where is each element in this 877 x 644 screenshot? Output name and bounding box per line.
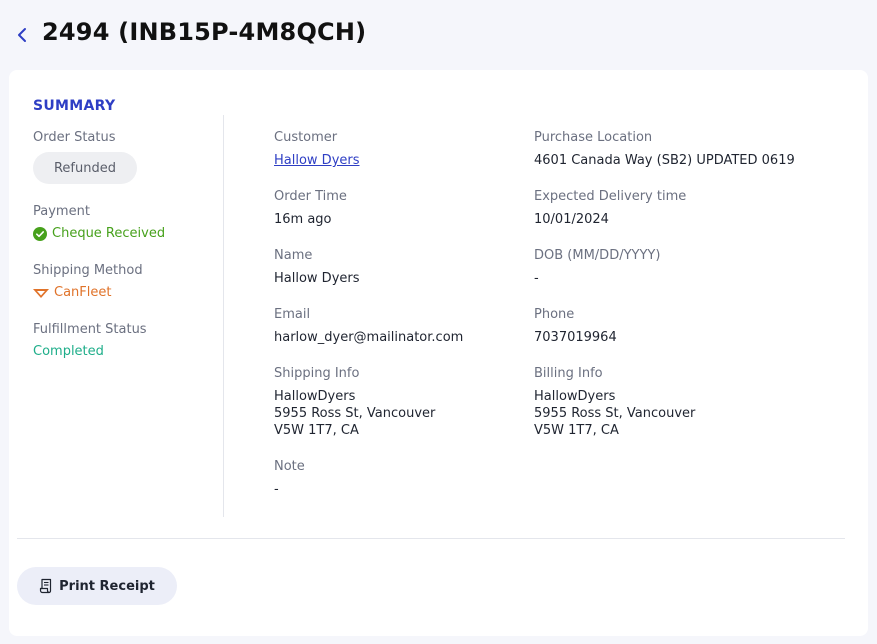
payment-label: Payment xyxy=(33,204,90,219)
order-status-badge: Refunded xyxy=(33,152,137,184)
section-divider xyxy=(17,538,845,539)
billing-info-line-2: 5955 Ross St, Vancouver xyxy=(534,406,696,421)
expected-delivery-label: Expected Delivery time xyxy=(534,189,687,204)
dob-value: - xyxy=(534,271,539,286)
payment-value: Cheque Received xyxy=(52,226,166,241)
order-time-label: Order Time xyxy=(274,189,347,204)
page-header: 2494 (INB15P-4M8QCH) xyxy=(0,0,877,70)
name-value: Hallow Dyers xyxy=(274,271,360,286)
name-label: Name xyxy=(274,248,313,263)
purchase-location-value: 4601 Canada Way (SB2) UPDATED 0619 xyxy=(534,153,795,168)
canfleet-logo-icon xyxy=(33,288,49,298)
payment-status: Cheque Received xyxy=(33,226,165,241)
email-value: harlow_dyer@mailinator.com xyxy=(274,330,464,345)
email-label: Email xyxy=(274,307,311,322)
expected-delivery-value: 10/01/2024 xyxy=(534,212,609,227)
page-title: 2494 (INB15P-4M8QCH) xyxy=(42,18,367,46)
check-circle-icon xyxy=(33,226,47,241)
column-divider xyxy=(223,115,224,517)
shipping-info-line-2: 5955 Ross St, Vancouver xyxy=(274,406,436,421)
shipping-method-label: Shipping Method xyxy=(33,263,143,278)
shipping-info-line-3: V5W 1T7, CA xyxy=(274,423,359,438)
order-summary-card: SUMMARY Order Status Refunded Payment Ch… xyxy=(9,70,868,636)
order-time-value: 16m ago xyxy=(274,212,332,227)
fulfillment-status-value: Completed xyxy=(33,344,104,359)
note-label: Note xyxy=(274,459,305,474)
phone-label: Phone xyxy=(534,307,575,322)
customer-label: Customer xyxy=(274,130,338,145)
chevron-left-icon xyxy=(18,28,26,42)
print-receipt-label: Print Receipt xyxy=(59,578,155,594)
receipt-icon xyxy=(40,578,52,594)
billing-info-line-3: V5W 1T7, CA xyxy=(534,423,619,438)
shipping-info-label: Shipping Info xyxy=(274,366,360,381)
billing-info-label: Billing Info xyxy=(534,366,603,381)
shipping-method: CanFleet xyxy=(33,285,111,300)
summary-heading: SUMMARY xyxy=(33,98,116,114)
shipping-method-value: CanFleet xyxy=(54,285,112,300)
purchase-location-label: Purchase Location xyxy=(534,130,653,145)
print-receipt-button[interactable]: Print Receipt xyxy=(17,567,177,605)
phone-value: 7037019964 xyxy=(534,330,617,345)
customer-link[interactable]: Hallow Dyers xyxy=(274,152,360,169)
fulfillment-status-label: Fulfillment Status xyxy=(33,322,147,337)
note-value: - xyxy=(274,482,279,497)
shipping-info-line-1: HallowDyers xyxy=(274,389,356,404)
billing-info-line-1: HallowDyers xyxy=(534,389,616,404)
dob-label: DOB (MM/DD/YYYY) xyxy=(534,248,661,263)
back-button[interactable] xyxy=(12,24,32,46)
order-status-label: Order Status xyxy=(33,130,116,145)
